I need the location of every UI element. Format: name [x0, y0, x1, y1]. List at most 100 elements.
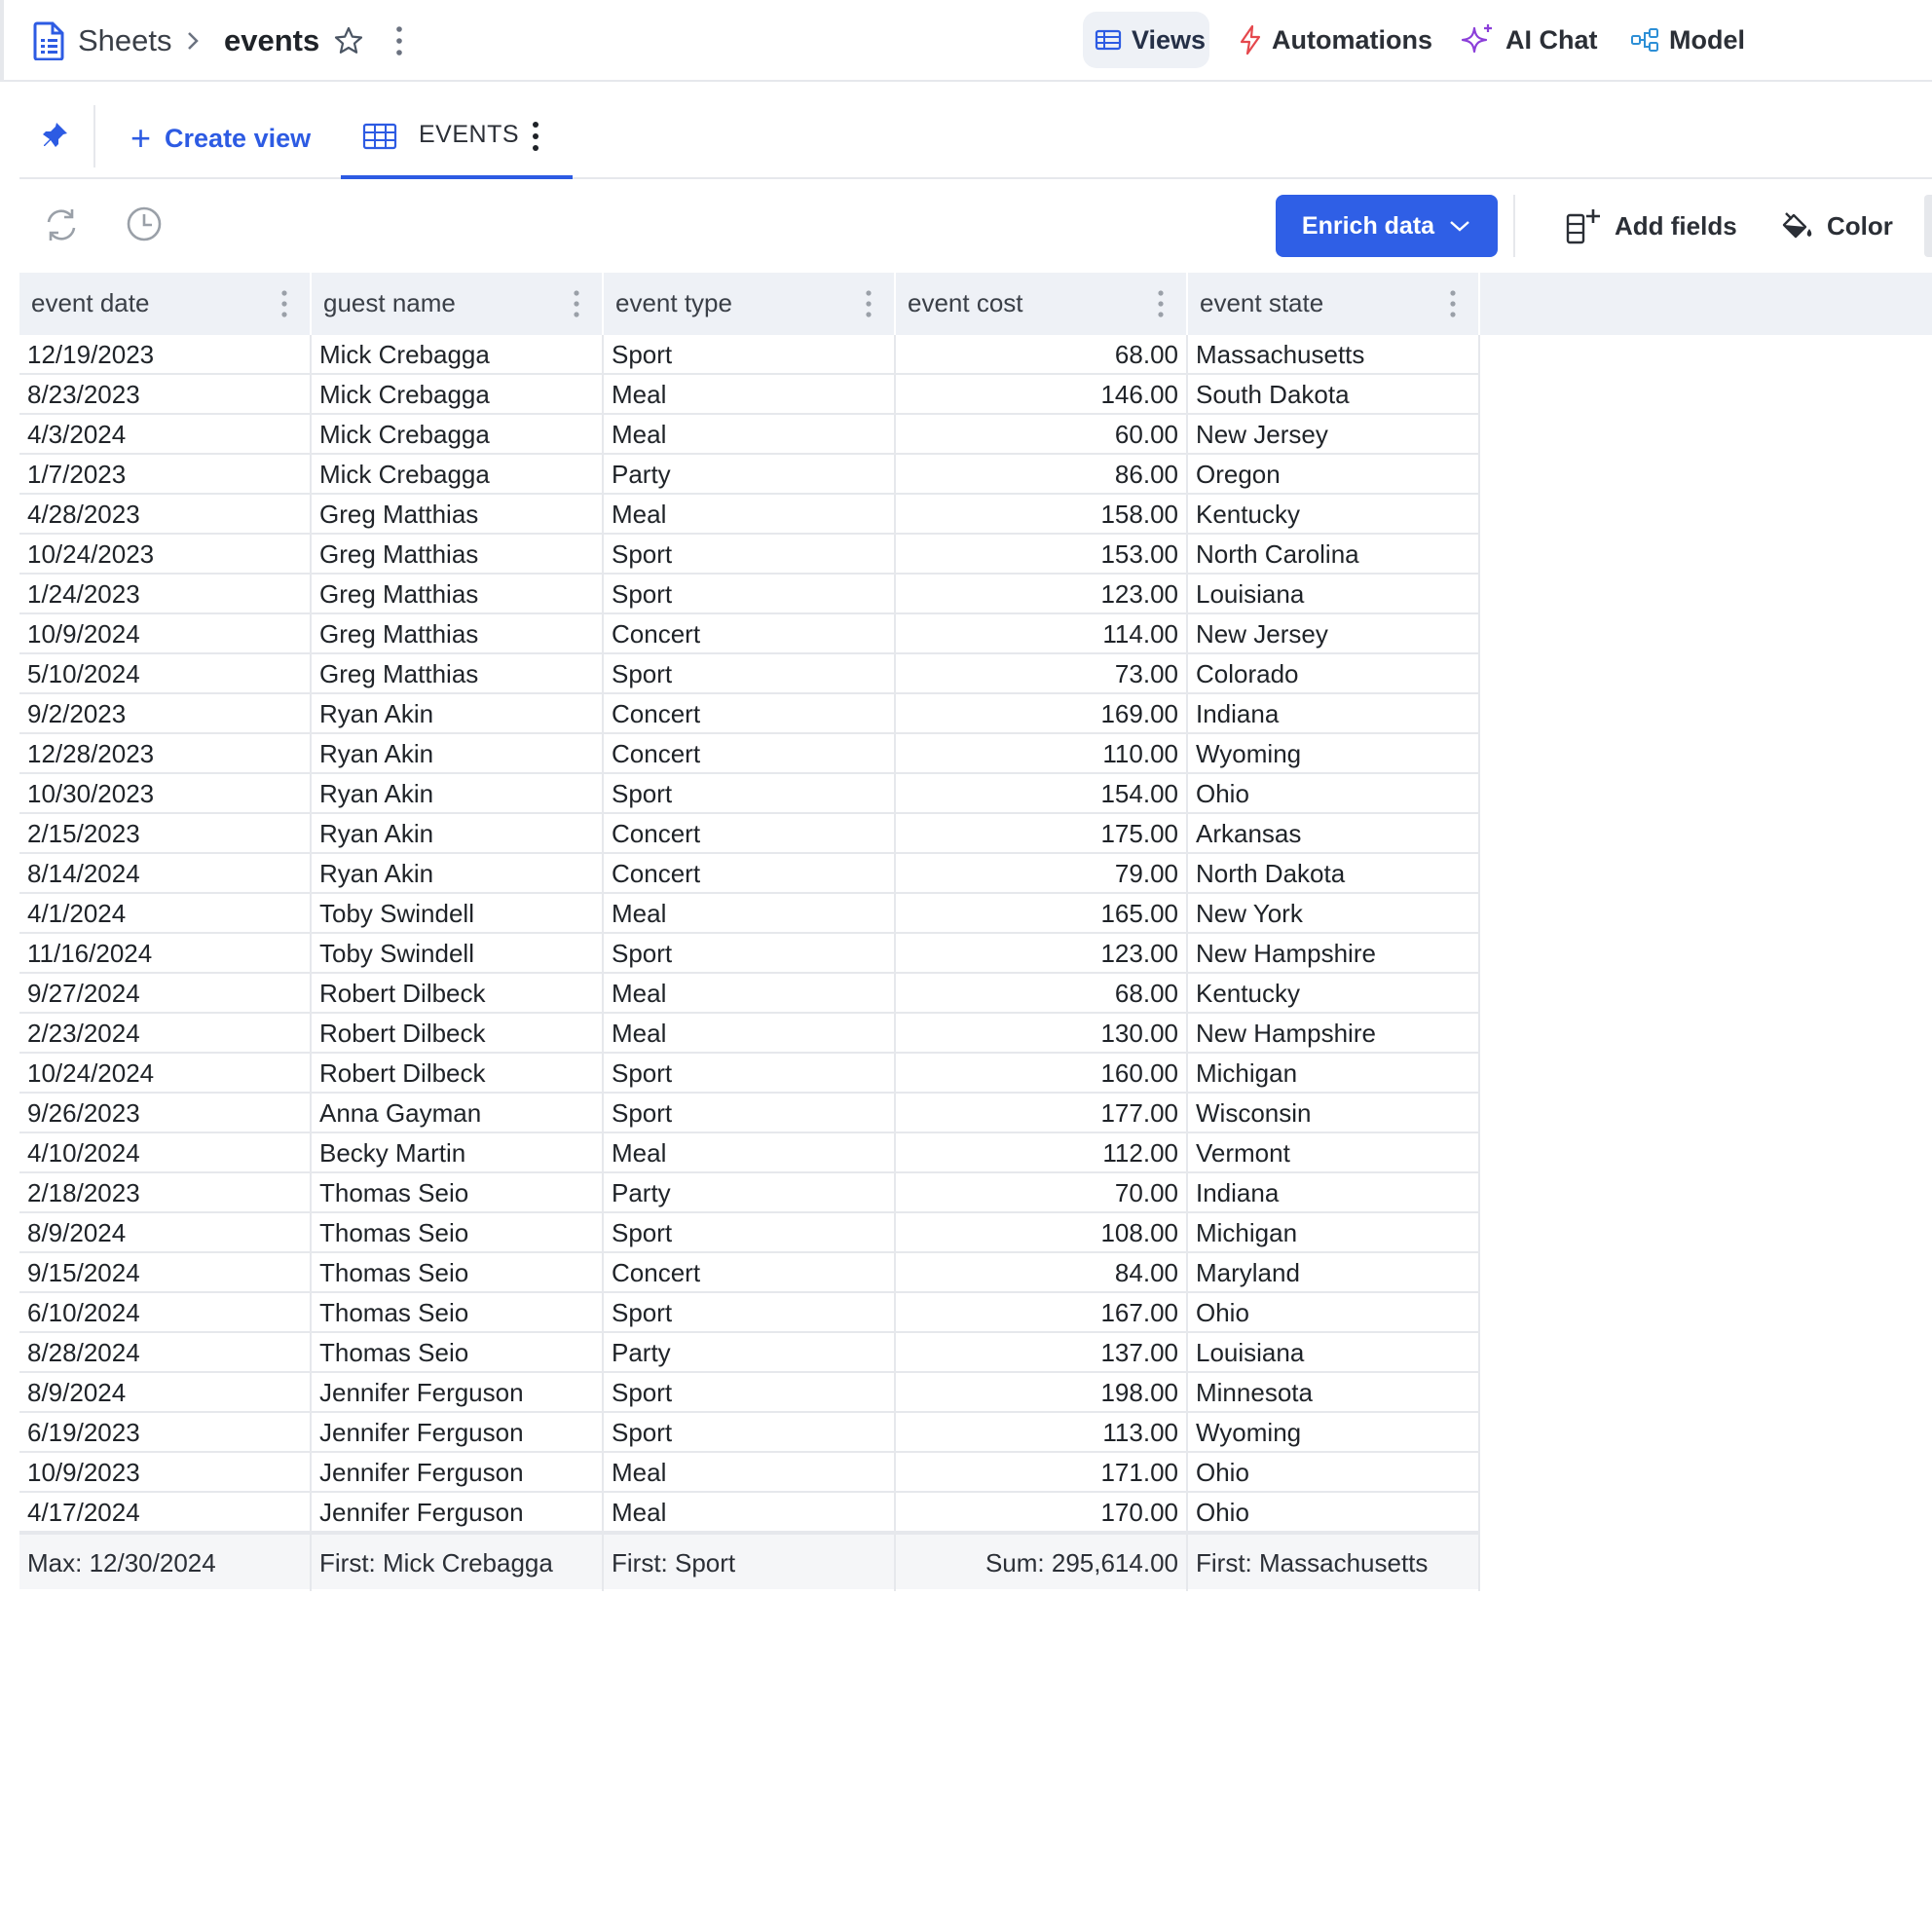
table-cell[interactable]: 2/15/2023	[19, 814, 312, 854]
add-fields-button[interactable]: Add fields	[1564, 199, 1737, 253]
table-cell[interactable]: Ryan Akin	[312, 694, 604, 734]
more-vertical-icon[interactable]	[865, 288, 873, 324]
table-cell[interactable]: Mick Crebagga	[312, 455, 604, 495]
table-cell[interactable]: 12/28/2023	[19, 734, 312, 774]
table-cell[interactable]: Greg Matthias	[312, 495, 604, 535]
table-cell[interactable]: Sport	[604, 575, 896, 614]
table-cell[interactable]: 8/23/2023	[19, 375, 312, 415]
table-row[interactable]: 2/23/2024 Robert Dilbeck Meal 130.00 New Ham…	[19, 1014, 1480, 1054]
table-row[interactable]: 6/10/2024 Thomas Seio Sport 167.00 Ohio	[19, 1293, 1480, 1333]
table-row[interactable]: 9/27/2024 Robert Dilbeck Meal 68.00 Kentucky	[19, 974, 1480, 1014]
refresh-icon[interactable]	[41, 204, 82, 250]
table-cell[interactable]: 70.00	[896, 1173, 1188, 1213]
table-cell[interactable]: Ohio	[1188, 774, 1480, 814]
table-cell[interactable]: Party	[604, 1333, 896, 1373]
table-cell[interactable]: Meal	[604, 415, 896, 455]
more-vertical-icon[interactable]	[1157, 288, 1165, 324]
table-cell[interactable]: 10/9/2024	[19, 614, 312, 654]
table-cell[interactable]: Greg Matthias	[312, 654, 604, 694]
table-cell[interactable]: Sport	[604, 535, 896, 575]
column-header[interactable]: event cost	[896, 273, 1188, 335]
table-row[interactable]: 11/16/2024 Toby Swindell Sport 123.00 New Ha…	[19, 934, 1480, 974]
table-cell[interactable]: Concert	[604, 1253, 896, 1293]
table-cell[interactable]: 60.00	[896, 415, 1188, 455]
table-row[interactable]: 4/28/2023 Greg Matthias Meal 158.00 Kentucky	[19, 495, 1480, 535]
table-cell[interactable]: 4/28/2023	[19, 495, 312, 535]
table-cell[interactable]: Robert Dilbeck	[312, 1054, 604, 1094]
table-row[interactable]: 1/24/2023 Greg Matthias Sport 123.00 Louisia…	[19, 575, 1480, 614]
table-cell[interactable]: Ohio	[1188, 1453, 1480, 1493]
table-cell[interactable]: Sport	[604, 934, 896, 974]
table-cell[interactable]: 9/26/2023	[19, 1094, 312, 1133]
table-row[interactable]: 1/7/2023 Mick Crebagga Party 86.00 Oregon	[19, 455, 1480, 495]
table-cell[interactable]: Becky Martin	[312, 1133, 604, 1173]
table-cell[interactable]: 68.00	[896, 974, 1188, 1014]
table-row[interactable]: 12/19/2023 Mick Crebagga Sport 68.00 Massach…	[19, 335, 1480, 375]
table-cell[interactable]: Jennifer Ferguson	[312, 1453, 604, 1493]
table-cell[interactable]: Michigan	[1188, 1213, 1480, 1253]
table-cell[interactable]: 198.00	[896, 1373, 1188, 1413]
table-row[interactable]: 10/9/2024 Greg Matthias Concert 114.00 New J…	[19, 614, 1480, 654]
table-row[interactable]: 6/19/2023 Jennifer Ferguson Sport 113.00 Wyo…	[19, 1413, 1480, 1453]
table-cell[interactable]: 177.00	[896, 1094, 1188, 1133]
table-cell[interactable]: 130.00	[896, 1014, 1188, 1054]
table-cell[interactable]: 1/7/2023	[19, 455, 312, 495]
table-cell[interactable]: New Jersey	[1188, 415, 1480, 455]
table-cell[interactable]: Concert	[604, 614, 896, 654]
table-cell[interactable]: Toby Swindell	[312, 894, 604, 934]
tab-events[interactable]: EVENTS	[341, 97, 573, 179]
more-vertical-icon[interactable]	[280, 288, 288, 324]
table-cell[interactable]: Meal	[604, 1133, 896, 1173]
table-cell[interactable]: 160.00	[896, 1054, 1188, 1094]
table-cell[interactable]: Thomas Seio	[312, 1213, 604, 1253]
table-cell[interactable]: Ryan Akin	[312, 774, 604, 814]
table-cell[interactable]: Wyoming	[1188, 1413, 1480, 1453]
table-cell[interactable]: Party	[604, 1173, 896, 1213]
table-cell[interactable]: New York	[1188, 894, 1480, 934]
table-cell[interactable]: New Jersey	[1188, 614, 1480, 654]
column-header[interactable]: guest name	[312, 273, 604, 335]
table-row[interactable]: 9/26/2023 Anna Gayman Sport 177.00 Wisconsin	[19, 1094, 1480, 1133]
table-cell[interactable]: Anna Gayman	[312, 1094, 604, 1133]
table-cell[interactable]: Ryan Akin	[312, 854, 604, 894]
table-cell[interactable]: Wyoming	[1188, 734, 1480, 774]
table-cell[interactable]: Meal	[604, 375, 896, 415]
table-row[interactable]: 4/3/2024 Mick Crebagga Meal 60.00 New Jersey	[19, 415, 1480, 455]
table-cell[interactable]: Colorado	[1188, 654, 1480, 694]
create-view-button[interactable]: + Create view	[130, 117, 311, 160]
table-cell[interactable]: 8/28/2024	[19, 1333, 312, 1373]
table-row[interactable]: 10/24/2023 Greg Matthias Sport 153.00 North …	[19, 535, 1480, 575]
table-cell[interactable]: Massachusetts	[1188, 335, 1480, 375]
table-cell[interactable]: 8/9/2024	[19, 1213, 312, 1253]
table-cell[interactable]: Louisiana	[1188, 1333, 1480, 1373]
table-cell[interactable]: Jennifer Ferguson	[312, 1413, 604, 1453]
table-cell[interactable]: Meal	[604, 974, 896, 1014]
table-cell[interactable]: Indiana	[1188, 694, 1480, 734]
table-cell[interactable]: Thomas Seio	[312, 1253, 604, 1293]
table-cell[interactable]: 114.00	[896, 614, 1188, 654]
table-cell[interactable]: 73.00	[896, 654, 1188, 694]
table-row[interactable]: 8/14/2024 Ryan Akin Concert 79.00 North Dako…	[19, 854, 1480, 894]
color-button[interactable]: Color	[1780, 199, 1893, 253]
table-cell[interactable]: Concert	[604, 734, 896, 774]
breadcrumb-sheets-link[interactable]: Sheets	[78, 19, 172, 62]
table-cell[interactable]: 171.00	[896, 1453, 1188, 1493]
table-cell[interactable]: Robert Dilbeck	[312, 1014, 604, 1054]
summary-cell[interactable]: Max: 12/30/2024	[19, 1535, 312, 1591]
table-row[interactable]: 9/15/2024 Thomas Seio Concert 84.00 Maryland	[19, 1253, 1480, 1293]
summary-cell[interactable]: First: Mick Crebagga	[312, 1535, 604, 1591]
table-cell[interactable]: 84.00	[896, 1253, 1188, 1293]
more-vertical-icon[interactable]	[393, 19, 405, 62]
table-cell[interactable]: 158.00	[896, 495, 1188, 535]
table-cell[interactable]: 10/24/2024	[19, 1054, 312, 1094]
table-cell[interactable]: Ohio	[1188, 1493, 1480, 1533]
table-cell[interactable]: New Hampshire	[1188, 934, 1480, 974]
table-row[interactable]: 2/15/2023 Ryan Akin Concert 175.00 Arkansas	[19, 814, 1480, 854]
table-cell[interactable]: Arkansas	[1188, 814, 1480, 854]
table-cell[interactable]: Greg Matthias	[312, 535, 604, 575]
table-cell[interactable]: 11/16/2024	[19, 934, 312, 974]
table-cell[interactable]: 6/19/2023	[19, 1413, 312, 1453]
table-cell[interactable]: Thomas Seio	[312, 1333, 604, 1373]
table-cell[interactable]: Meal	[604, 894, 896, 934]
table-cell[interactable]: 153.00	[896, 535, 1188, 575]
